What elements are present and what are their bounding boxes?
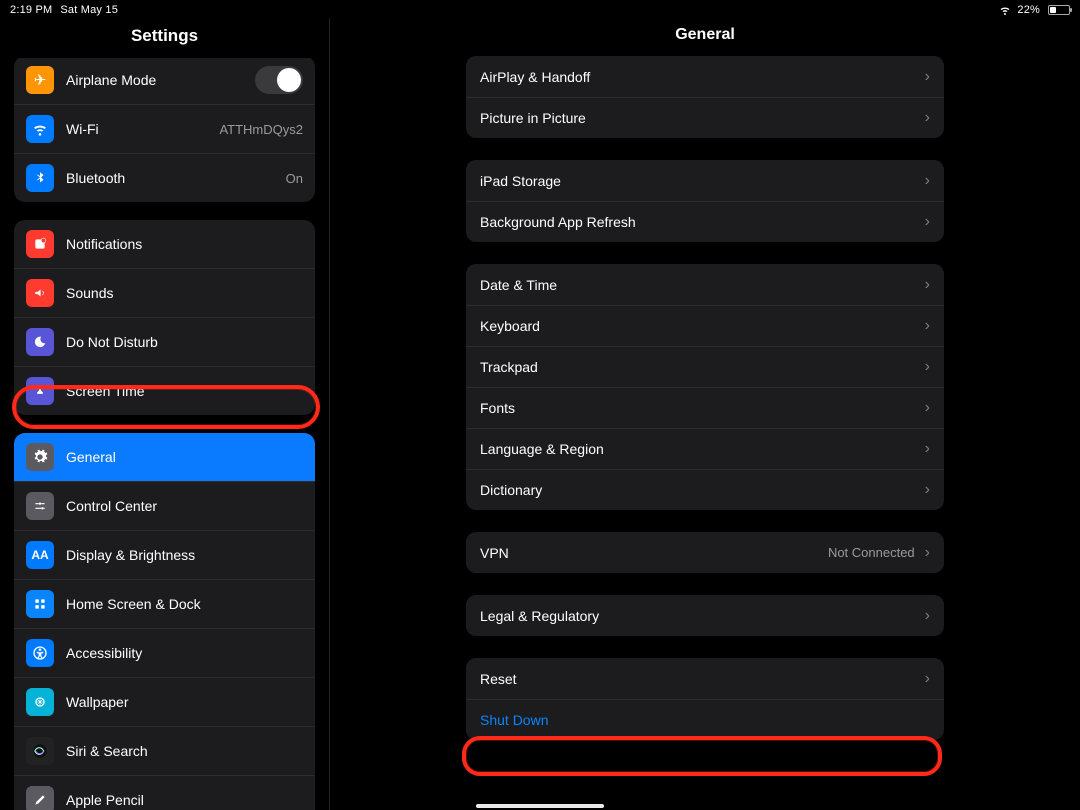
row-reset[interactable]: Reset › (466, 658, 944, 699)
status-battery-pct: 22% (1017, 4, 1040, 16)
chevron-right-icon: › (925, 481, 930, 499)
siri-icon (26, 737, 54, 765)
chevron-right-icon: › (925, 109, 930, 127)
sidebar-item-dnd[interactable]: Do Not Disturb (14, 317, 315, 366)
status-bar: 2:19 PM Sat May 15 22% (0, 0, 1080, 18)
sidebar-item-bluetooth[interactable]: Bluetooth On (14, 153, 315, 202)
row-picture-in-picture[interactable]: Picture in Picture › (466, 97, 944, 138)
chevron-right-icon: › (925, 544, 930, 562)
bluetooth-icon (26, 164, 54, 192)
gear-icon (26, 443, 54, 471)
status-date: Sat May 15 (60, 4, 118, 16)
wifi-icon (26, 115, 54, 143)
chevron-right-icon: › (925, 358, 930, 376)
moon-icon (26, 328, 54, 356)
chevron-right-icon: › (925, 317, 930, 335)
hourglass-icon (26, 377, 54, 405)
sidebar-item-control-center[interactable]: Control Center (14, 481, 315, 530)
wifi-icon (999, 4, 1011, 16)
sounds-icon (26, 279, 54, 307)
chevron-right-icon: › (925, 213, 930, 231)
row-date-time[interactable]: Date & Time › (466, 264, 944, 305)
notifications-icon (26, 230, 54, 258)
sidebar-item-display-brightness[interactable]: AA Display & Brightness (14, 530, 315, 579)
row-vpn[interactable]: VPN Not Connected › (466, 532, 944, 573)
text-size-icon: AA (26, 541, 54, 569)
chevron-right-icon: › (925, 670, 930, 688)
sidebar-item-wallpaper[interactable]: Wallpaper (14, 677, 315, 726)
accessibility-icon (26, 639, 54, 667)
chevron-right-icon: › (925, 399, 930, 417)
row-legal-regulatory[interactable]: Legal & Regulatory › (466, 595, 944, 636)
sidebar-item-accessibility[interactable]: Accessibility (14, 628, 315, 677)
pencil-icon (26, 786, 54, 810)
row-background-app-refresh[interactable]: Background App Refresh › (466, 201, 944, 242)
sliders-icon (26, 492, 54, 520)
row-language-region[interactable]: Language & Region › (466, 428, 944, 469)
settings-sidebar: Settings ✈ Airplane Mode Wi-Fi ATTHmDQys… (0, 18, 330, 810)
chevron-right-icon: › (925, 276, 930, 294)
chevron-right-icon: › (925, 607, 930, 625)
row-airplay-handoff[interactable]: AirPlay & Handoff › (466, 56, 944, 97)
wallpaper-icon (26, 688, 54, 716)
detail-title: General (330, 18, 1080, 56)
sidebar-item-screen-time[interactable]: Screen Time (14, 366, 315, 415)
detail-pane: General AirPlay & Handoff › Picture in P… (330, 18, 1080, 810)
row-shut-down[interactable]: Shut Down (466, 699, 944, 740)
row-keyboard[interactable]: Keyboard › (466, 305, 944, 346)
home-indicator[interactable] (476, 804, 604, 808)
sidebar-item-wifi[interactable]: Wi-Fi ATTHmDQys2 (14, 104, 315, 153)
sidebar-title: Settings (0, 18, 329, 58)
status-time: 2:19 PM (10, 4, 52, 16)
bluetooth-value: On (286, 171, 303, 186)
chevron-right-icon: › (925, 440, 930, 458)
row-fonts[interactable]: Fonts › (466, 387, 944, 428)
row-ipad-storage[interactable]: iPad Storage › (466, 160, 944, 201)
sidebar-item-general[interactable]: General (14, 433, 315, 481)
sidebar-item-apple-pencil[interactable]: Apple Pencil (14, 775, 315, 810)
battery-icon (1048, 5, 1070, 15)
sidebar-item-sounds[interactable]: Sounds (14, 268, 315, 317)
wifi-value: ATTHmDQys2 (219, 122, 303, 137)
sidebar-item-notifications[interactable]: Notifications (14, 220, 315, 268)
chevron-right-icon: › (925, 172, 930, 190)
chevron-right-icon: › (925, 68, 930, 86)
vpn-value: Not Connected (828, 545, 915, 560)
row-trackpad[interactable]: Trackpad › (466, 346, 944, 387)
grid-icon (26, 590, 54, 618)
airplane-toggle[interactable] (255, 66, 303, 94)
airplane-icon: ✈ (26, 66, 54, 94)
row-dictionary[interactable]: Dictionary › (466, 469, 944, 510)
sidebar-item-airplane-mode[interactable]: ✈ Airplane Mode (14, 58, 315, 104)
sidebar-item-siri[interactable]: Siri & Search (14, 726, 315, 775)
sidebar-item-home-screen-dock[interactable]: Home Screen & Dock (14, 579, 315, 628)
